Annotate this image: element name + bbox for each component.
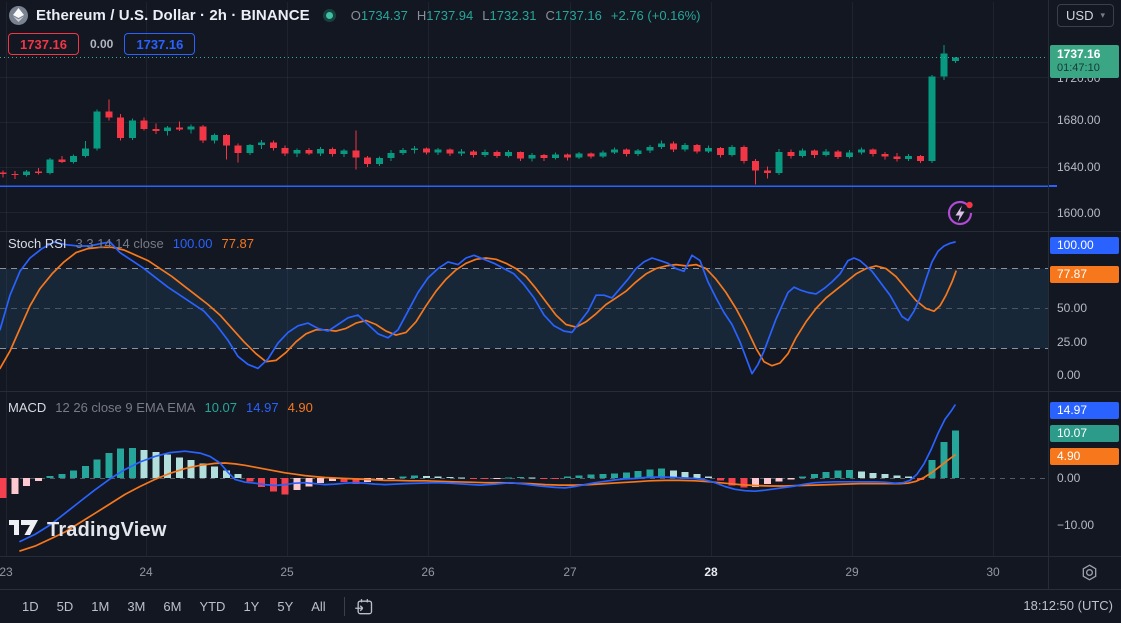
macd-title[interactable]: MACD xyxy=(8,400,46,415)
macd-signal-value: 4.90 xyxy=(288,400,313,415)
tradingview-logo-icon xyxy=(9,517,39,543)
macd-signal-badge: 4.90 xyxy=(1050,448,1119,465)
macd-line-value: 14.97 xyxy=(246,400,279,415)
price-axis-label: 1640.00 xyxy=(1057,160,1100,174)
macd-params: 12 26 close 9 EMA EMA xyxy=(55,400,195,415)
low-value: L1732.31 xyxy=(482,8,536,23)
tradingview-logo-text: TradingView xyxy=(47,519,167,542)
currency-selector[interactable]: USD ▾ xyxy=(1057,4,1114,27)
last-price-value: 1737.16 xyxy=(1057,47,1119,62)
chevron-down-icon: ▾ xyxy=(1100,10,1105,21)
symbol-header: Ethereum / U.S. Dollar · 2h · BINANCE O1… xyxy=(0,0,701,30)
open-value: O1734.37 xyxy=(351,8,408,23)
range-button-ytd[interactable]: YTD xyxy=(190,595,234,618)
time-axis-label: 24 xyxy=(139,565,152,579)
bar-countdown: 01:47:10 xyxy=(1057,62,1119,75)
time-axis-label: 30 xyxy=(986,565,999,579)
buy-price-button[interactable]: 1737.16 xyxy=(124,33,195,55)
tradingview-watermark: TradingView xyxy=(9,517,167,543)
stoch-d-value: 77.87 xyxy=(221,236,254,251)
stoch-rsi-params: 3 3 14 14 close xyxy=(76,236,164,251)
macd-axis-label: −10.00 xyxy=(1057,518,1094,532)
currency-label: USD xyxy=(1066,8,1093,23)
stoch-k-value: 100.00 xyxy=(173,236,213,251)
time-axis-label: 23 xyxy=(0,565,13,579)
price-axis-label: 1680.00 xyxy=(1057,113,1100,127)
macd-hist-badge: 10.07 xyxy=(1050,425,1119,442)
stoch-axis-label: 50.00 xyxy=(1057,301,1087,315)
macd-hist-value: 10.07 xyxy=(204,400,237,415)
macd-header: MACD 12 26 close 9 EMA EMA 10.07 14.97 4… xyxy=(8,400,313,415)
macd-line-badge: 14.97 xyxy=(1050,402,1119,419)
trade-buttons: 1737.16 0.00 1737.16 xyxy=(8,33,195,55)
ohlc-values: O1734.37 H1737.94 L1732.31 C1737.16 +2.7… xyxy=(351,8,701,23)
time-axis-label: 26 xyxy=(421,565,434,579)
range-button-1d[interactable]: 1D xyxy=(13,595,48,618)
stoch-axis-label: 0.00 xyxy=(1057,368,1080,382)
symbol-title[interactable]: Ethereum / U.S. Dollar · 2h · BINANCE xyxy=(36,7,310,24)
spread-value: 0.00 xyxy=(90,37,113,51)
tradingview-chart-app: Ethereum / U.S. Dollar · 2h · BINANCE O1… xyxy=(0,0,1121,623)
high-value: H1737.94 xyxy=(417,8,473,23)
date-range-buttons: 1D5D1M3M6MYTD1Y5YAll xyxy=(13,595,335,618)
time-scale[interactable]: 23 24 25 26 27 28 29 30 xyxy=(0,556,1121,589)
flash-alert-icon[interactable] xyxy=(945,197,977,229)
market-status-icon[interactable] xyxy=(323,9,336,22)
close-value: C1737.16 xyxy=(546,8,602,23)
time-axis-label: 25 xyxy=(280,565,293,579)
time-axis-label: 29 xyxy=(845,565,858,579)
toolbar-divider xyxy=(344,597,345,616)
range-button-all[interactable]: All xyxy=(302,595,334,618)
range-button-1y[interactable]: 1Y xyxy=(234,595,268,618)
stoch-k-badge: 100.00 xyxy=(1050,237,1119,254)
bottom-toolbar: 1D5D1M3M6MYTD1Y5YAll 18:12:50 (UTC) xyxy=(0,589,1121,623)
sell-price-button[interactable]: 1737.16 xyxy=(8,33,79,55)
time-axis-label: 27 xyxy=(563,565,576,579)
change-value: +2.76 (+0.16%) xyxy=(611,8,701,23)
go-to-date-icon[interactable] xyxy=(354,597,374,617)
stoch-d-badge: 77.87 xyxy=(1050,266,1119,283)
gear-icon[interactable] xyxy=(1080,563,1099,587)
price-scale[interactable]: 1720.001680.001640.001600.0050.0025.000.… xyxy=(1049,0,1121,589)
range-button-1m[interactable]: 1M xyxy=(82,595,118,618)
time-axis-label: 28 xyxy=(704,565,717,579)
stoch-axis-label: 25.00 xyxy=(1057,335,1087,349)
ethereum-logo-icon xyxy=(9,6,28,25)
range-button-5d[interactable]: 5D xyxy=(48,595,83,618)
chart-canvas[interactable] xyxy=(0,0,1121,623)
range-button-3m[interactable]: 3M xyxy=(118,595,154,618)
stoch-rsi-header: Stoch RSI 3 3 14 14 close 100.00 77.87 xyxy=(8,236,254,251)
clock-utc[interactable]: 18:12:50 (UTC) xyxy=(1023,598,1113,613)
macd-axis-label: 0.00 xyxy=(1057,471,1080,485)
price-axis-label: 1600.00 xyxy=(1057,206,1100,220)
stoch-rsi-title[interactable]: Stoch RSI xyxy=(8,236,67,251)
range-button-5y[interactable]: 5Y xyxy=(268,595,302,618)
range-button-6m[interactable]: 6M xyxy=(154,595,190,618)
last-price-badge: 1737.16 01:47:10 xyxy=(1050,45,1119,78)
